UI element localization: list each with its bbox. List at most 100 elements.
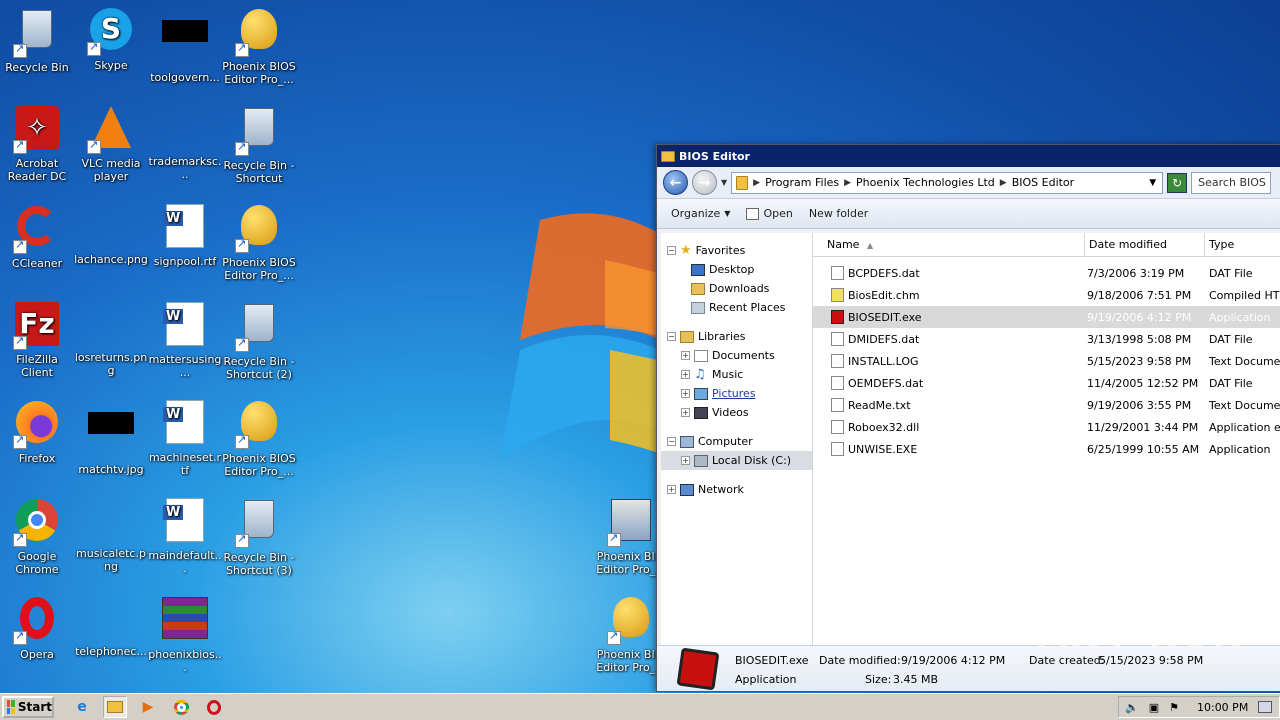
- address-dropdown-icon[interactable]: ▼: [1149, 178, 1156, 188]
- desktop-icon-item[interactable]: matchtv.jpg: [74, 398, 148, 476]
- desktop-icon-item[interactable]: Recycle Bin - Shortcut (3): [222, 496, 296, 577]
- address-bar[interactable]: ▶ Program Files ▶ Phoenix Technologies L…: [731, 171, 1164, 194]
- breadcrumb-separator-icon[interactable]: ▶: [753, 178, 760, 188]
- file-type: Compiled HTM: [1209, 288, 1280, 302]
- nav-documents[interactable]: + Documents: [661, 346, 812, 365]
- desktop-icon-item[interactable]: telephonec...: [74, 594, 148, 658]
- nav-videos[interactable]: + Videos: [661, 403, 812, 422]
- expand-icon[interactable]: +: [681, 370, 690, 379]
- desktop-icon-label: musicaletc.png: [76, 547, 146, 573]
- desktop-icon-item[interactable]: trademarksc...: [148, 104, 222, 181]
- file-name: UNWISE.EXE: [848, 442, 918, 456]
- expand-icon[interactable]: +: [667, 485, 676, 494]
- column-date-modified[interactable]: Date modified: [1085, 233, 1205, 256]
- desktop-icon-item[interactable]: Phoenix BIOS Editor Pro_...: [222, 202, 296, 282]
- file-row[interactable]: ReadMe.txt 9/19/2006 3:55 PM Text Documer: [813, 394, 1280, 416]
- clock[interactable]: 10:00 PM: [1197, 701, 1248, 714]
- collapse-icon[interactable]: −: [667, 332, 676, 341]
- breadcrumb-separator-icon[interactable]: ▶: [1000, 178, 1007, 188]
- desktop-icon-item[interactable]: lachance.png: [74, 202, 148, 266]
- file-row[interactable]: DMIDEFS.dat 3/13/1998 5:08 PM DAT File: [813, 328, 1280, 350]
- nav-recent-places[interactable]: Recent Places: [661, 298, 812, 317]
- desktop-icon-item[interactable]: Wmattersusing...: [148, 300, 222, 379]
- desktop-icon-item[interactable]: losreturns.png: [74, 300, 148, 377]
- nav-network[interactable]: + Network: [661, 480, 812, 499]
- desktop-icon-item[interactable]: Fz FileZilla Client: [0, 300, 74, 379]
- volume-icon[interactable]: 🔈: [1125, 701, 1139, 714]
- desktop-icon-item[interactable]: Firefox: [0, 398, 74, 465]
- desktop-icon-item[interactable]: Wmaindefault...: [148, 496, 222, 575]
- desktop-icon-item[interactable]: S Skype: [74, 6, 148, 72]
- desktop-icon-item[interactable]: musicaletc.png: [74, 496, 148, 573]
- nav-desktop[interactable]: Desktop: [661, 260, 812, 279]
- forward-button[interactable]: →: [692, 170, 717, 195]
- file-name-cell: ReadMe.txt: [813, 398, 1085, 412]
- nav-label: Pictures: [712, 387, 756, 400]
- file-row[interactable]: Roboex32.dll 11/29/2001 3:44 PM Applicatio…: [813, 416, 1280, 438]
- network-tray-icon[interactable]: ▣: [1149, 701, 1159, 714]
- show-desktop-icon[interactable]: [1258, 701, 1273, 713]
- file-row[interactable]: UNWISE.EXE 6/25/1999 10:55 AM Application: [813, 438, 1280, 460]
- flag-icon[interactable]: ⚑: [1169, 701, 1179, 714]
- desktop-icon-item[interactable]: Opera: [0, 594, 74, 661]
- window-titlebar[interactable]: BIOS Editor: [657, 145, 1280, 167]
- desktop-icon-item[interactable]: Wmachineset.rtf: [148, 398, 222, 477]
- column-type[interactable]: Type: [1205, 233, 1280, 256]
- breadcrumb-phoenix[interactable]: Phoenix Technologies Ltd: [856, 176, 995, 189]
- expand-icon[interactable]: +: [681, 408, 690, 417]
- start-button[interactable]: Start: [2, 696, 54, 718]
- file-row[interactable]: INSTALL.LOG 5/15/2023 9:58 PM Text Documer: [813, 350, 1280, 372]
- media-player-icon[interactable]: ▶: [136, 696, 160, 718]
- breadcrumb-bios-editor[interactable]: BIOS Editor: [1012, 176, 1074, 189]
- file-row[interactable]: BIOSEDIT.exe 9/19/2006 4:12 PM Application: [813, 306, 1280, 328]
- desktop-icon-item[interactable]: VLC media player: [74, 104, 148, 183]
- desktop-icon-item[interactable]: Wsignpool.rtf: [148, 202, 222, 268]
- open-button[interactable]: Open: [746, 207, 793, 220]
- expand-icon[interactable]: +: [681, 389, 690, 398]
- explorer-taskbar-button[interactable]: [103, 696, 127, 718]
- organize-button[interactable]: Organize ▼: [671, 207, 730, 220]
- navigation-pane[interactable]: − ★ Favorites Desktop Downloads Recent P…: [661, 233, 813, 645]
- breadcrumb-program-files[interactable]: Program Files: [765, 176, 839, 189]
- recent-pages-chevron-icon[interactable]: ▼: [721, 178, 727, 187]
- chrome-taskbar-icon[interactable]: [169, 696, 193, 718]
- desktop-icon-item[interactable]: ✧ Acrobat Reader DC: [0, 104, 74, 183]
- nav-libraries[interactable]: − Libraries: [661, 327, 812, 346]
- nav-favorites[interactable]: − ★ Favorites: [661, 241, 812, 260]
- shortcut-arrow-icon: [13, 42, 27, 58]
- desktop-icon-item[interactable]: Google Chrome: [0, 496, 74, 576]
- opera-taskbar-icon[interactable]: [202, 696, 226, 718]
- nav-music[interactable]: + ♫ Music: [661, 365, 812, 384]
- expand-icon[interactable]: +: [681, 351, 690, 360]
- file-row[interactable]: BCPDEFS.dat 7/3/2006 3:19 PM DAT File: [813, 262, 1280, 284]
- desktop-icon-item[interactable]: Recycle Bin: [0, 6, 74, 74]
- explorer-window[interactable]: BIOS Editor ← → ▼ ▶ Program Files ▶ Phoe…: [656, 144, 1280, 692]
- nav-downloads[interactable]: Downloads: [661, 279, 812, 298]
- local-disk-icon: [694, 454, 708, 467]
- breadcrumb-separator-icon[interactable]: ▶: [844, 178, 851, 188]
- column-name[interactable]: Name ▲: [813, 233, 1085, 256]
- nav-pictures[interactable]: + Pictures: [661, 384, 812, 403]
- collapse-icon[interactable]: −: [667, 437, 676, 446]
- desktop-icon-item[interactable]: Recycle Bin - Shortcut (2): [222, 300, 296, 381]
- new-folder-button[interactable]: New folder: [809, 207, 868, 220]
- refresh-button[interactable]: ↻: [1167, 172, 1188, 193]
- desktop-icon-item[interactable]: CCleaner: [0, 202, 74, 270]
- desktop-icon-item[interactable]: phoenixbios...: [148, 594, 222, 674]
- file-row[interactable]: OEMDEFS.dat 11/4/2005 12:52 PM DAT File: [813, 372, 1280, 394]
- desktop-icon-item[interactable]: toolgovern...: [148, 6, 222, 84]
- nav-local-disk[interactable]: + Local Disk (C:): [661, 451, 812, 470]
- search-input[interactable]: Search BIOS E: [1191, 171, 1272, 194]
- desktop-icon-item[interactable]: Recycle Bin - Shortcut: [222, 104, 296, 185]
- file-row[interactable]: BiosEdit.chm 9/18/2006 7:51 PM Compiled HT…: [813, 284, 1280, 306]
- file-list-pane[interactable]: Name ▲ Date modified Type BCPDEFS.dat 7/3…: [813, 233, 1280, 645]
- nav-computer[interactable]: − Computer: [661, 432, 812, 451]
- back-button[interactable]: ←: [663, 170, 688, 195]
- nav-label: Recent Places: [709, 301, 786, 314]
- desktop-icon-item[interactable]: Phoenix BIOS Editor Pro_...: [222, 6, 296, 86]
- expand-icon[interactable]: +: [681, 456, 690, 465]
- word-doc-icon: W: [161, 302, 209, 350]
- internet-explorer-icon[interactable]: e: [70, 696, 94, 718]
- desktop-icon-item[interactable]: Phoenix BIOS Editor Pro_...: [222, 398, 296, 478]
- collapse-icon[interactable]: −: [667, 246, 676, 255]
